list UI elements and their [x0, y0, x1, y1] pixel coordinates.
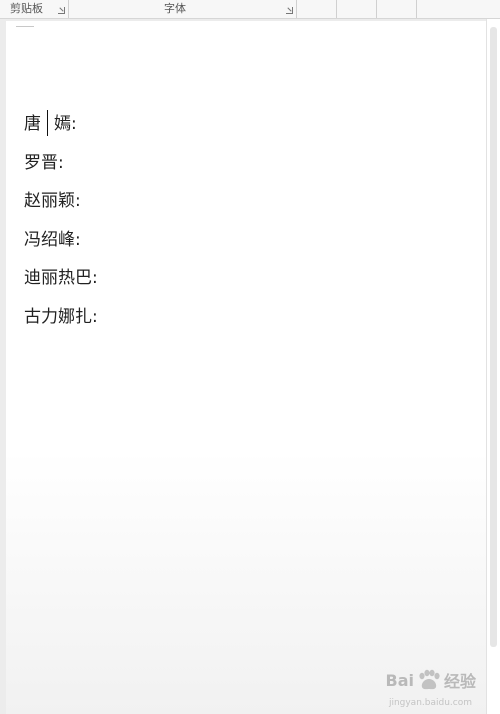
- baidu-paw-icon: [419, 669, 440, 690]
- watermark-suffix: 经验: [443, 672, 476, 691]
- line-text: 赵丽颖:: [24, 191, 81, 211]
- line-text: 罗晋:: [24, 152, 64, 173]
- line-text-after-cursor: 嫣:: [54, 114, 77, 134]
- document-line[interactable]: 唐 嫣:: [24, 110, 98, 151]
- clipboard-group-label: 剪贴板: [10, 2, 43, 15]
- group-separator: [68, 0, 69, 18]
- document-line[interactable]: 古力娜扎:: [24, 305, 98, 344]
- group-separator: [376, 0, 377, 18]
- page-margin-corner-mark: [16, 26, 34, 27]
- group-separator: [416, 0, 417, 18]
- document-line[interactable]: 冯绍峰:: [24, 228, 98, 267]
- baidu-watermark: Bai 经验: [385, 668, 476, 692]
- document-text-body[interactable]: 唐 嫣: 罗晋: 赵丽颖: 冯绍峰: 迪丽热巴: 古力娜扎:: [24, 110, 98, 344]
- clipboard-dialog-launcher-icon[interactable]: [58, 7, 65, 14]
- vertical-scrollbar[interactable]: [486, 19, 500, 714]
- font-group-label: 字体: [164, 2, 186, 15]
- watermark-url: jingyan.baidu.com: [388, 698, 472, 708]
- group-separator: [296, 0, 297, 18]
- document-line[interactable]: 罗晋:: [24, 151, 98, 190]
- ribbon-bottom-strip: 剪贴板 字体: [0, 0, 500, 19]
- line-text: 冯绍峰:: [24, 229, 81, 250]
- text-cursor: [47, 110, 48, 136]
- line-text: 古力娜扎:: [24, 306, 98, 327]
- document-line[interactable]: 迪丽热巴:: [24, 266, 98, 305]
- watermark-brand: Bai: [385, 670, 414, 690]
- line-text-before-cursor: 唐: [24, 114, 41, 134]
- document-line[interactable]: 赵丽颖:: [24, 189, 98, 228]
- line-text: 迪丽热巴:: [24, 268, 98, 288]
- group-separator: [336, 0, 337, 18]
- font-dialog-launcher-icon[interactable]: [286, 7, 293, 14]
- scrollbar-thumb[interactable]: [490, 27, 497, 647]
